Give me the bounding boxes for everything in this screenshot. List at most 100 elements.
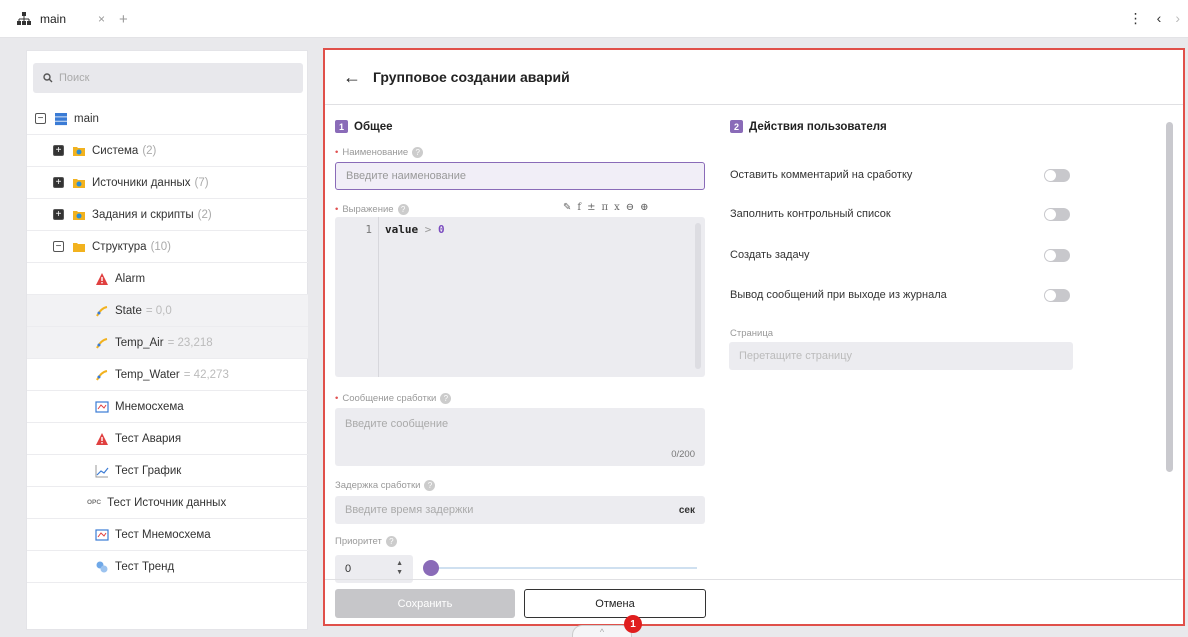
label-text: Выражение — [342, 204, 394, 215]
more-menu-icon[interactable]: ⋮ — [1129, 10, 1143, 27]
toggle-switch[interactable] — [1044, 168, 1070, 182]
tree-item-structure[interactable]: − Структура (10) — [27, 231, 308, 263]
collapse-icon[interactable]: − — [35, 113, 46, 124]
toggle-switch[interactable] — [1044, 248, 1070, 262]
sidebar-tree: Поиск − main + Система (2) + Источники д… — [26, 50, 308, 630]
tree-item-alarm[interactable]: Alarm — [27, 263, 308, 295]
tree-root-main[interactable]: − main — [27, 103, 308, 135]
toggle-comment: Оставить комментарий на сработку — [730, 163, 1070, 187]
required-marker: • — [335, 393, 339, 404]
help-icon[interactable]: ? — [424, 480, 436, 491]
tree-value: = 23,218 — [167, 336, 213, 349]
zoom-out-icon[interactable]: ⊖ — [626, 202, 634, 213]
stepper-arrows-icon[interactable]: ▲ ▼ — [396, 559, 403, 577]
expand-icon[interactable]: + — [53, 177, 64, 188]
tree-count: (2) — [142, 144, 157, 157]
toggle-label: Вывод сообщений при выходе из журнала — [730, 289, 947, 301]
chart-icon — [95, 464, 109, 477]
help-icon[interactable]: ? — [385, 536, 397, 547]
save-button[interactable]: Сохранить — [335, 589, 515, 618]
delay-label: Задержка сработки ? — [335, 480, 436, 491]
delay-placeholder: Введите время задержки — [345, 504, 474, 516]
toggle-exit-messages: Вывод сообщений при выходе из журнала — [730, 283, 1070, 307]
toggle-switch[interactable] — [1044, 288, 1070, 302]
expand-icon[interactable]: + — [53, 209, 64, 220]
tree-item-data-sources[interactable]: + Источники данных (7) — [27, 167, 308, 199]
code-variable: value — [385, 223, 419, 236]
expression-editor[interactable]: 1 value > 0 — [335, 217, 705, 377]
function-icon[interactable]: f — [577, 202, 581, 213]
help-icon[interactable]: ? — [440, 393, 452, 404]
required-marker: • — [335, 147, 339, 158]
panel-header: ← Групповое создании аварий — [325, 50, 1183, 105]
tree-label: Система — [92, 144, 139, 157]
tag-icon — [96, 337, 108, 348]
toggle-create-task: Создать задачу — [730, 243, 1070, 267]
section-title: Действия пользователя — [749, 120, 887, 133]
search-placeholder: Поиск — [59, 72, 90, 84]
tree-item-test-alarm[interactable]: Тест Авария — [27, 423, 308, 455]
magic-wand-icon[interactable]: ✎ — [563, 202, 571, 213]
tree-item-mnemoscheme[interactable]: Мнемосхема — [27, 391, 308, 423]
tree-item-system[interactable]: + Система (2) — [27, 135, 308, 167]
folder-gear-icon — [73, 146, 85, 156]
toggle-label: Заполнить контрольный список — [730, 208, 891, 220]
delay-input[interactable]: Введите время задержки сек — [335, 496, 705, 524]
label-text: Задержка сработки — [335, 480, 421, 491]
editor-scrollbar[interactable] — [695, 223, 701, 369]
top-bar: main × + ⋮ ‹ › — [0, 0, 1188, 38]
section-number: 1 — [335, 120, 348, 133]
chevron-right-icon[interactable]: › — [1175, 10, 1180, 27]
pi-icon[interactable]: π — [601, 202, 608, 213]
alarm-icon — [96, 432, 108, 445]
tree-value: = 0,0 — [145, 304, 172, 317]
expand-icon[interactable]: + — [53, 145, 64, 156]
close-icon[interactable]: × — [98, 12, 105, 26]
back-arrow-icon[interactable]: ← — [343, 67, 361, 88]
mnemoscheme-icon — [95, 400, 109, 413]
label-text: Приоритет — [335, 536, 382, 547]
tree-item-temp-water[interactable]: Temp_Water = 42,273 — [27, 359, 308, 391]
priority-slider-track[interactable] — [425, 567, 697, 569]
search-icon — [43, 73, 53, 83]
message-textarea[interactable]: Введите сообщение 0/200 — [335, 408, 705, 466]
collapse-icon[interactable]: − — [53, 241, 64, 252]
folder-gear-icon — [73, 178, 85, 188]
toggle-switch[interactable] — [1044, 207, 1070, 221]
code-operator: > — [424, 223, 432, 236]
tree-item-test-chart[interactable]: Тест График — [27, 455, 308, 487]
tag-icon — [96, 305, 108, 316]
priority-slider-thumb[interactable] — [423, 560, 439, 576]
variable-icon[interactable]: x — [614, 202, 620, 213]
tree-item-tasks[interactable]: + Задания и скрипты (2) — [27, 199, 308, 231]
tree-label: Тест Мнемосхема — [115, 528, 211, 541]
tree-label: Тест Авария — [115, 432, 182, 445]
page-placeholder: Перетащите страницу — [739, 350, 853, 362]
tree-item-test-trend[interactable]: Тест Тренд — [27, 551, 308, 583]
add-tab-icon[interactable]: + — [119, 11, 128, 28]
page-dropzone[interactable]: Перетащите страницу — [729, 342, 1073, 370]
tree-item-test-datasource[interactable]: OPC Тест Источник данных — [27, 487, 308, 519]
tree-count: (7) — [194, 176, 209, 189]
zoom-in-icon[interactable]: ⊕ — [640, 202, 648, 213]
help-icon[interactable]: ? — [412, 147, 424, 158]
mnemoscheme-icon — [95, 528, 109, 541]
name-input[interactable]: Введите наименование — [335, 162, 705, 190]
plus-minus-icon[interactable]: ± — [587, 202, 595, 213]
tab-main[interactable]: main × + — [10, 4, 150, 34]
panel-scrollbar[interactable] — [1166, 122, 1173, 472]
help-icon[interactable]: ? — [397, 204, 409, 215]
tree-item-test-mnemoscheme[interactable]: Тест Мнемосхема — [27, 519, 308, 551]
tree-value: = 42,273 — [183, 368, 229, 381]
tree-label: main — [74, 112, 99, 125]
tree-item-temp-air[interactable]: Temp_Air = 23,218 — [27, 327, 308, 359]
tree-item-state[interactable]: State = 0,0 — [27, 295, 308, 327]
search-input[interactable]: Поиск — [33, 63, 303, 93]
chevron-left-icon[interactable]: ‹ — [1157, 10, 1162, 27]
collapse-handle[interactable]: ^ — [572, 625, 632, 637]
section-number: 2 — [730, 120, 743, 133]
opc-icon: OPC — [87, 499, 102, 506]
cancel-button[interactable]: Отмена — [524, 589, 706, 618]
expression-toolbar: ✎ f ± π x ⊖ ⊕ — [563, 202, 648, 213]
top-nav: ⋮ ‹ › — [1129, 10, 1180, 27]
